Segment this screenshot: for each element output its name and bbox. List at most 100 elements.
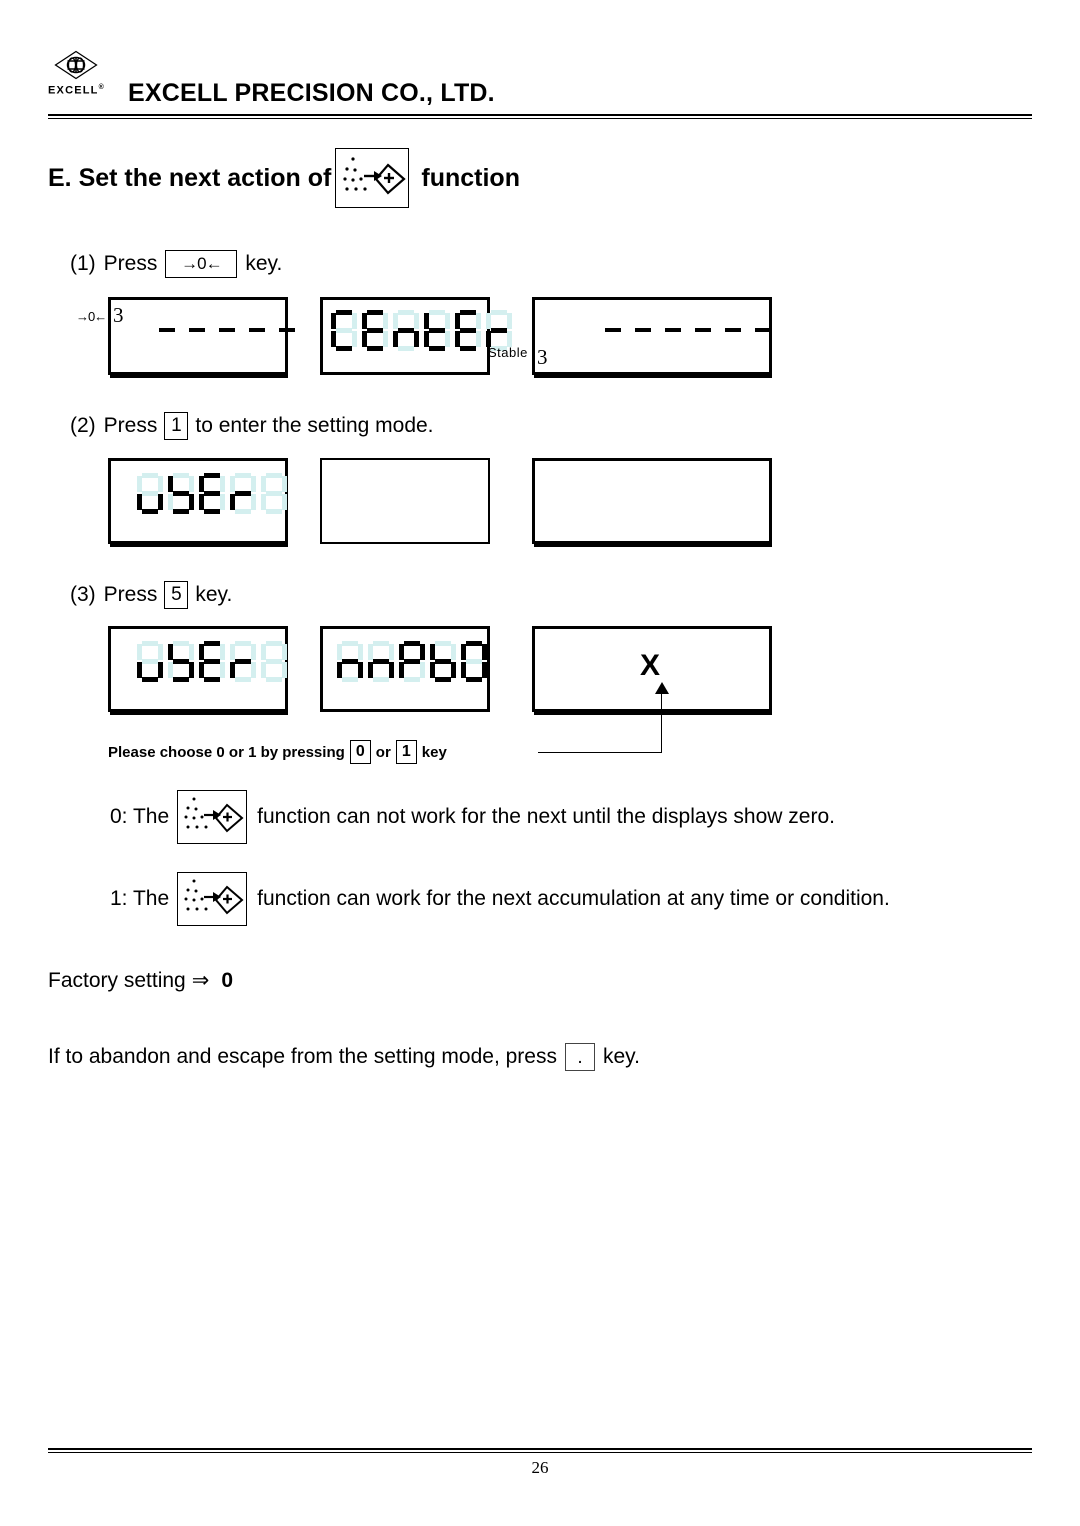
escape-note-line: If to abandon and escape from the settin… <box>48 1043 640 1071</box>
seg-digit-U <box>137 473 163 515</box>
page-number: 26 <box>531 1458 549 1477</box>
seg-digit-C <box>331 310 357 352</box>
factory-arrow-icon: ⇒ <box>191 969 210 992</box>
lcd-stub-1-1 <box>110 375 288 378</box>
lcd-dash <box>665 328 681 332</box>
seg-digit-n-2 <box>368 641 394 683</box>
logo-word-text: EXCELL <box>48 84 99 97</box>
option-0-prefix: 0: The <box>110 805 170 828</box>
seg-digit-E2 <box>455 310 481 352</box>
dot-key-keycap[interactable]: . <box>564 1043 595 1071</box>
callout-text-a: Please choose 0 or 1 by pressing <box>108 743 345 761</box>
option-1-suffix: function can work for the next accumulat… <box>257 887 890 910</box>
seg-digit-n <box>393 310 419 352</box>
lcd-panel-1-3 <box>532 297 772 375</box>
lcd-dash <box>605 328 621 332</box>
section-title: E. Set the next action of function <box>48 148 520 208</box>
step-1-text-after: key. <box>245 252 283 275</box>
lcd-panel-3-2 <box>320 626 490 712</box>
seg-digit-U <box>137 641 163 683</box>
step-2-text-after: to enter the setting mode. <box>195 414 434 437</box>
seg-digit-n-1 <box>337 641 363 683</box>
lcd-side-number-1-3: 3 <box>537 345 548 369</box>
key-5-keycap[interactable]: 5 <box>164 581 189 609</box>
factory-setting-line: Factory setting ⇒ 0 <box>48 968 233 993</box>
option-1-prefix: 1: The <box>110 887 170 910</box>
step-3-text-before: Press <box>103 583 158 606</box>
seg-digit-blank <box>261 641 287 683</box>
lcd-stub-2-3 <box>534 544 772 547</box>
logo-wordmark: EXCELL® <box>48 82 105 97</box>
lcd-dashes-1-1 <box>159 328 295 332</box>
step-1-line: (1) Press →0← key. <box>70 250 282 278</box>
callout-instruction: Please choose 0 or 1 by pressing 0 or 1 … <box>108 740 447 764</box>
lcd-zero-indicator-label: →0← <box>76 309 107 324</box>
factory-setting-label: Factory setting <box>48 968 186 992</box>
page-header: EXCELL® EXCELL PRECISION CO., LTD. <box>48 44 1032 114</box>
option-0-suffix: function can not work for the next until… <box>257 805 835 828</box>
seg-digit-P <box>399 641 425 683</box>
seg-digit-t <box>424 310 450 352</box>
lcd-dash <box>635 328 651 332</box>
lcd-dash <box>249 328 265 332</box>
accumulation-icon-glyph <box>184 797 244 833</box>
seg-digit-E <box>199 641 225 683</box>
lcd-dash <box>725 328 741 332</box>
lcd-side-number-1-1: 3 <box>113 303 124 327</box>
escape-text-after: key. <box>602 1045 640 1068</box>
lcd-dash <box>189 328 205 332</box>
lcd-selected-value: X <box>640 649 661 682</box>
callout-arrow-icon <box>655 682 669 694</box>
seg-digit-S <box>168 641 194 683</box>
key-0-keycap[interactable]: 0 <box>349 740 371 764</box>
logo-diamond-icon <box>54 50 98 80</box>
callout-leader-vertical <box>661 694 662 752</box>
step-2-line: (2) Press 1 to enter the setting mode. <box>70 412 434 440</box>
lcd-panel-3-1 <box>108 626 288 712</box>
lcd-panel-1-1 <box>108 297 295 375</box>
callout-leader-horizontal <box>538 752 662 753</box>
key-1-keycap-callout[interactable]: 1 <box>395 740 417 764</box>
accumulation-icon <box>177 790 248 844</box>
key-1-keycap[interactable]: 1 <box>164 412 189 440</box>
lcd-dash <box>219 328 235 332</box>
lcd-dash <box>695 328 711 332</box>
seg-digit-E <box>199 473 225 515</box>
step-3-number: (3) <box>70 583 96 606</box>
accumulation-icon <box>335 148 410 208</box>
option-1-row: 1: The function can work for the next ac… <box>110 872 890 926</box>
accumulation-icon-glyph <box>184 879 244 915</box>
callout-text-b: or <box>375 743 391 761</box>
section-title-before: E. Set the next action of <box>48 163 332 192</box>
lcd-panel-2-1 <box>108 458 288 544</box>
accumulation-icon <box>177 872 248 926</box>
excell-logo: EXCELL® <box>48 48 120 114</box>
seg-digit-S <box>168 473 194 515</box>
seg-digit-blank <box>261 473 287 515</box>
lcd-stub-3-3 <box>534 712 772 715</box>
registered-mark: ® <box>98 84 105 91</box>
step-3-line: (3) Press 5 key. <box>70 581 232 609</box>
step-2-number: (2) <box>70 414 96 437</box>
lcd-segments-user-1 <box>137 473 292 515</box>
seg-digit-b <box>430 641 456 683</box>
lcd-panel-3-3: X <box>532 626 772 712</box>
lcd-stub-1-3 <box>534 375 772 378</box>
lcd-stable-label: Stable <box>488 345 528 360</box>
accumulation-icon-glyph <box>343 157 407 195</box>
callout-text-c: key <box>421 743 447 761</box>
lcd-segments-user-2 <box>137 641 292 683</box>
zero-key-keycap[interactable]: →0← <box>165 250 238 278</box>
footer-divider <box>48 1448 1032 1453</box>
seg-digit-r <box>230 473 256 515</box>
lcd-stub-2-1 <box>110 544 288 547</box>
company-name: EXCELL PRECISION CO., LTD. <box>128 79 495 107</box>
step-2-text-before: Press <box>103 414 158 437</box>
document-page: EXCELL® EXCELL PRECISION CO., LTD. E. Se… <box>0 0 1080 1526</box>
seg-digit-0 <box>461 641 487 683</box>
escape-text-before: If to abandon and escape from the settin… <box>48 1045 557 1068</box>
lcd-panel-1-2 <box>320 297 512 375</box>
lcd-dash <box>159 328 175 332</box>
lcd-panel-2-2 <box>320 458 490 544</box>
seg-digit-r <box>230 641 256 683</box>
